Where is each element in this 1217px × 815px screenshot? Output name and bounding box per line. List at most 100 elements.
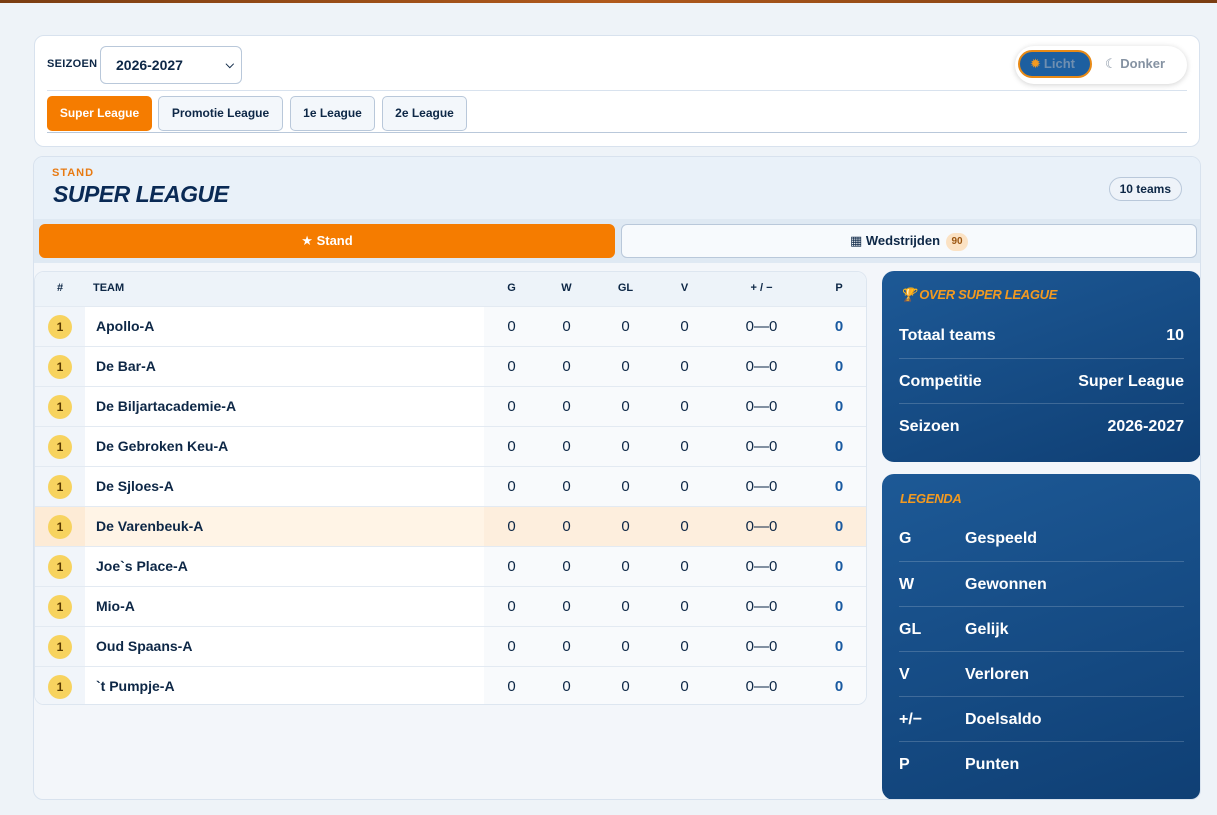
top-accent-bar bbox=[0, 0, 1217, 3]
stat-gl: 0 bbox=[621, 558, 630, 575]
rank-badge: 1 bbox=[48, 315, 72, 339]
stat-v: 0 bbox=[680, 438, 689, 455]
section-eyebrow: STAND bbox=[52, 167, 95, 179]
rank-badge: 1 bbox=[48, 635, 72, 659]
stat-g: 0 bbox=[507, 598, 516, 615]
stat-p: 0 bbox=[834, 558, 844, 575]
stat-p: 0 bbox=[834, 518, 844, 535]
stat-v: 0 bbox=[680, 478, 689, 495]
stat-gl: 0 bbox=[621, 438, 630, 455]
legend-row: W Gewonnen bbox=[899, 561, 1184, 606]
team-name: De Sjloes-A bbox=[96, 478, 174, 494]
stat-g: 0 bbox=[507, 678, 516, 695]
stat-v: 0 bbox=[680, 678, 689, 695]
table-row[interactable]: 1 De Varenbeuk-A 0 0 0 0 0—0 0 bbox=[35, 506, 866, 547]
legend-row: +/− Doelsaldo bbox=[899, 696, 1184, 741]
stat-p: 0 bbox=[834, 318, 844, 335]
about-panel: 🏆 OVER SUPER LEAGUE Totaal teams 10 Comp… bbox=[882, 271, 1200, 462]
column-header-p: P bbox=[835, 282, 843, 294]
column-header-rank: # bbox=[56, 282, 64, 294]
legend-row: P Punten bbox=[899, 741, 1184, 786]
team-name: `t Pumpje-A bbox=[96, 678, 175, 694]
rank-cell: 1 bbox=[35, 507, 85, 546]
column-header-w: W bbox=[561, 282, 572, 294]
legend-abbr: G bbox=[899, 530, 912, 547]
tab-promotie-league[interactable]: Promotie League bbox=[158, 96, 283, 131]
stat-diff: 0—0 bbox=[745, 678, 778, 695]
matches-view-button[interactable]: ▦ Wedstrijden 90 bbox=[621, 224, 1197, 258]
legend-description: Gelijk bbox=[965, 621, 1009, 638]
stat-w: 0 bbox=[562, 318, 571, 335]
view-switcher: ★ Stand ▦ Wedstrijden 90 bbox=[34, 219, 1200, 263]
legend-row: G Gespeeld bbox=[899, 516, 1184, 561]
table-header: # TEAM G W GL V + / − P bbox=[35, 272, 866, 306]
theme-dark-button[interactable]: ☾ Donker bbox=[1105, 56, 1165, 72]
team-name: De Varenbeuk-A bbox=[96, 518, 204, 534]
rank-cell: 1 bbox=[35, 427, 85, 466]
legend-description: Gespeeld bbox=[965, 530, 1038, 547]
stat-gl: 0 bbox=[621, 638, 630, 655]
stand-view-button[interactable]: ★ Stand bbox=[39, 224, 615, 258]
theme-light-button[interactable]: ✹ Licht bbox=[1018, 50, 1092, 78]
moon-icon: ☾ bbox=[1105, 56, 1117, 71]
table-row[interactable]: 1 Joe`s Place-A 0 0 0 0 0—0 0 bbox=[35, 546, 866, 586]
standings-header: STAND SUPER LEAGUE 10 teams bbox=[34, 157, 1200, 219]
standings-table: # TEAM G W GL V + / − P 1 Apollo-A 0 0 0 0 0—0… bbox=[34, 271, 867, 705]
about-value: 2026-2027 bbox=[1107, 418, 1184, 435]
rank-badge: 1 bbox=[48, 395, 72, 419]
team-name: Joe`s Place-A bbox=[96, 558, 188, 574]
about-row: Competitie Super League bbox=[899, 358, 1184, 403]
table-row[interactable]: 1 Oud Spaans-A 0 0 0 0 0—0 0 bbox=[35, 626, 866, 666]
stat-g: 0 bbox=[507, 398, 516, 415]
tab-2e-league[interactable]: 2e League bbox=[382, 96, 467, 131]
teams-count-badge: 10 teams bbox=[1108, 177, 1182, 201]
table-row[interactable]: 1 Apollo-A 0 0 0 0 0—0 0 bbox=[35, 306, 866, 346]
rank-badge: 1 bbox=[48, 555, 72, 579]
theme-light-label: Licht bbox=[1043, 56, 1075, 71]
team-name: Apollo-A bbox=[96, 318, 155, 334]
about-panel-title: 🏆 OVER SUPER LEAGUE bbox=[900, 287, 1057, 303]
season-label: SEIZOEN bbox=[47, 58, 98, 70]
table-row[interactable]: 1 `t Pumpje-A 0 0 0 0 0—0 0 bbox=[35, 666, 866, 704]
stat-gl: 0 bbox=[621, 518, 630, 535]
stat-v: 0 bbox=[680, 318, 689, 335]
legend-description: Gewonnen bbox=[965, 576, 1047, 593]
about-title-text: OVER SUPER LEAGUE bbox=[919, 287, 1058, 302]
table-row[interactable]: 1 De Gebroken Keu-A 0 0 0 0 0—0 0 bbox=[35, 426, 866, 466]
season-select[interactable]: 2026-2027 ⌵ bbox=[100, 46, 242, 84]
about-value: Super League bbox=[1078, 373, 1184, 390]
tab-super-league[interactable]: Super League bbox=[47, 96, 152, 131]
chevron-down-icon: ⌵ bbox=[225, 59, 234, 71]
rank-badge: 1 bbox=[48, 515, 72, 539]
stat-p: 0 bbox=[834, 438, 844, 455]
rank-cell: 1 bbox=[35, 387, 85, 426]
team-name: De Biljartacademie-A bbox=[96, 398, 237, 414]
stat-v: 0 bbox=[680, 598, 689, 615]
stat-diff: 0—0 bbox=[745, 638, 778, 655]
stat-p: 0 bbox=[834, 398, 844, 415]
table-row[interactable]: 1 De Sjloes-A 0 0 0 0 0—0 0 bbox=[35, 466, 866, 506]
table-row[interactable]: 1 De Bar-A 0 0 0 0 0—0 0 bbox=[35, 346, 866, 386]
legend-panel-title: LEGENDA bbox=[900, 491, 962, 506]
legend-abbr: W bbox=[899, 576, 915, 593]
sun-icon: ✹ bbox=[1030, 56, 1041, 71]
theme-toggle: ✹ Licht ☾ Donker bbox=[1015, 46, 1187, 84]
stat-gl: 0 bbox=[621, 358, 630, 375]
about-label: Seizoen bbox=[899, 418, 960, 435]
table-row[interactable]: 1 Mio-A 0 0 0 0 0—0 0 bbox=[35, 586, 866, 626]
rank-badge: 1 bbox=[48, 675, 72, 699]
tab-1e-league[interactable]: 1e League bbox=[290, 96, 375, 131]
stat-v: 0 bbox=[680, 638, 689, 655]
stat-w: 0 bbox=[562, 558, 571, 575]
legend-description: Verloren bbox=[965, 666, 1030, 683]
team-name: Mio-A bbox=[96, 598, 135, 614]
legend-abbr: P bbox=[899, 756, 910, 773]
divider bbox=[47, 90, 1187, 91]
season-select-value: 2026-2027 bbox=[116, 57, 183, 73]
page-title: SUPER LEAGUE bbox=[53, 181, 229, 207]
stat-gl: 0 bbox=[621, 478, 630, 495]
table-row[interactable]: 1 De Biljartacademie-A 0 0 0 0 0—0 0 bbox=[35, 386, 866, 426]
stat-g: 0 bbox=[507, 638, 516, 655]
stat-g: 0 bbox=[507, 438, 516, 455]
legend-abbr: +/− bbox=[899, 711, 923, 728]
